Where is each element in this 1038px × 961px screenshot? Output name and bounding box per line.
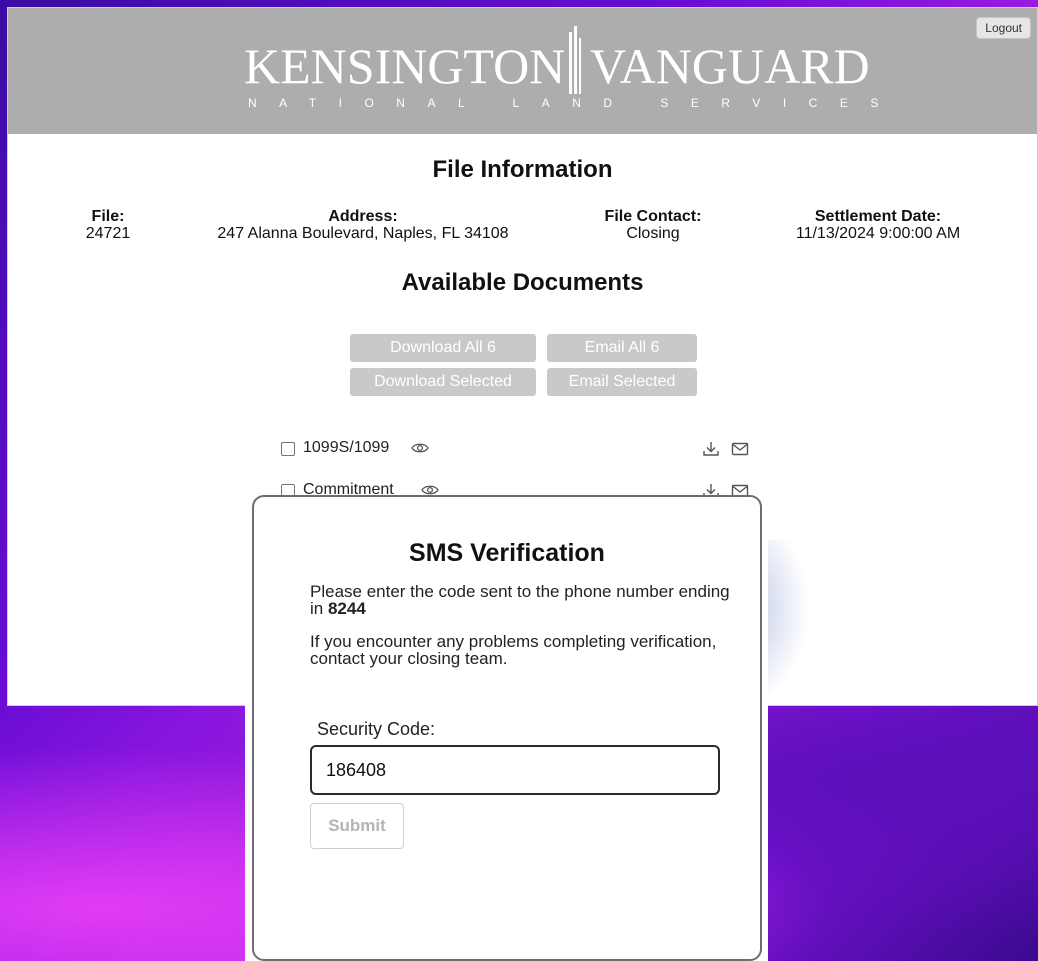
address-value: 247 Alanna Boulevard, Naples, FL 34108 bbox=[217, 225, 509, 242]
header: KENSINGTON VANGUARD NATIONAL LAND SERVIC… bbox=[8, 8, 1037, 134]
modal-title: SMS Verification bbox=[409, 539, 605, 567]
file-info-file: File: 24721 bbox=[68, 208, 148, 242]
download-icon[interactable] bbox=[702, 440, 720, 458]
document-row: 1099S/1099 bbox=[281, 438, 761, 462]
contact-label: File Contact: bbox=[604, 208, 702, 225]
email-all-button[interactable]: Email All 6 bbox=[547, 334, 697, 362]
eye-icon[interactable] bbox=[411, 441, 429, 455]
available-documents-title: Available Documents bbox=[401, 269, 644, 296]
email-selected-button[interactable]: Email Selected bbox=[547, 368, 697, 396]
file-info-contact: File Contact: Closing bbox=[578, 208, 728, 242]
logout-button[interactable]: Logout bbox=[976, 17, 1031, 39]
modal-help-text: If you encounter any problems completing… bbox=[310, 632, 717, 668]
settlement-value: 11/13/2024 9:00:00 AM bbox=[795, 225, 961, 242]
sms-verification-modal: SMS Verification Please enter the code s… bbox=[252, 495, 762, 961]
document-checkbox[interactable] bbox=[281, 442, 295, 456]
mail-icon[interactable] bbox=[731, 441, 749, 457]
file-info-settlement: Settlement Date: 11/13/2024 9:00:00 AM bbox=[778, 208, 978, 242]
instructions-text: Please enter the code sent to the phone … bbox=[310, 582, 730, 618]
document-name: 1099S/1099 bbox=[303, 439, 390, 456]
download-all-button[interactable]: Download All 6 bbox=[350, 334, 536, 362]
logo: KENSINGTON VANGUARD bbox=[244, 26, 870, 94]
tower-icon bbox=[569, 26, 581, 94]
file-info-address: Address: 247 Alanna Boulevard, Naples, F… bbox=[198, 208, 528, 242]
logo-right-text: VANGUARD bbox=[590, 38, 870, 94]
file-information-title: File Information bbox=[432, 156, 613, 183]
address-label: Address: bbox=[328, 208, 398, 225]
contact-value: Closing bbox=[626, 225, 680, 242]
security-code-label: Security Code: bbox=[317, 719, 436, 739]
settlement-label: Settlement Date: bbox=[814, 208, 942, 225]
file-label: File: bbox=[91, 208, 125, 225]
modal-instructions: Please enter the code sent to the phone … bbox=[310, 583, 730, 617]
download-selected-button[interactable]: Download Selected bbox=[350, 368, 536, 396]
phone-suffix: 8244 bbox=[327, 599, 366, 618]
security-code-input[interactable]: 186408 bbox=[310, 745, 720, 795]
file-value: 24721 bbox=[85, 225, 131, 242]
logo-left-text: KENSINGTON bbox=[244, 38, 566, 94]
logo-subtitle: NATIONAL LAND SERVICES bbox=[248, 96, 901, 110]
submit-button[interactable]: Submit bbox=[310, 803, 404, 849]
